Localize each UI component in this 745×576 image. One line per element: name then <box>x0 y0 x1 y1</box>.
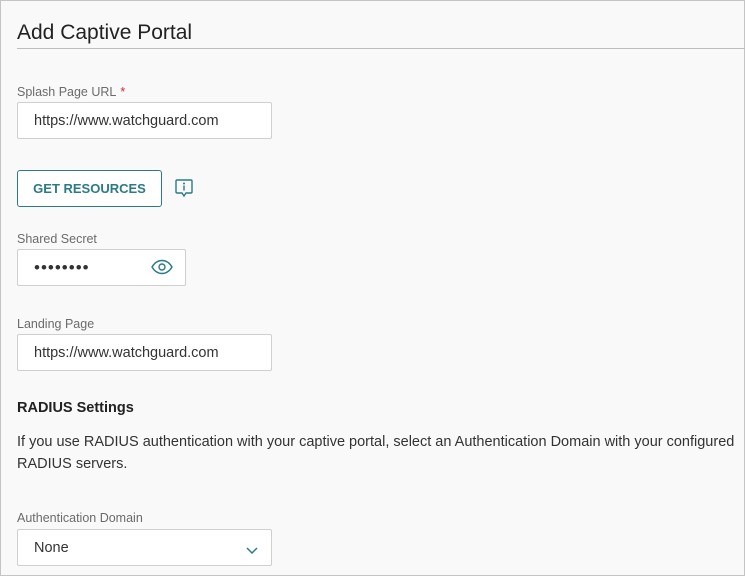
radius-description: If you use RADIUS authentication with yo… <box>17 434 735 472</box>
info-icon[interactable] <box>174 178 194 203</box>
label-text: Splash Page URL <box>17 85 117 99</box>
auth-domain-select[interactable]: None <box>17 529 272 566</box>
secret-value: •••••••• <box>34 257 90 277</box>
page-title: Add Captive Portal <box>17 21 193 44</box>
required-marker: * <box>120 85 126 99</box>
auth-domain-value: None <box>34 539 69 556</box>
splash-url-input[interactable]: https://www.watchguard.com <box>17 102 272 139</box>
divider <box>17 48 745 49</box>
chevron-down-icon <box>246 542 258 560</box>
landing-page-label: Landing Page <box>17 317 95 331</box>
landing-page-input[interactable]: https://www.watchguard.com <box>17 334 272 371</box>
radius-heading: RADIUS Settings <box>17 400 134 416</box>
get-resources-button[interactable]: GET RESOURCES <box>17 170 162 207</box>
dialog: Add Captive Portal Splash Page URL * http… <box>0 0 745 576</box>
splash-url-label: Splash Page URL * <box>17 85 125 99</box>
eye-icon[interactable] <box>151 259 173 280</box>
auth-domain-label: Authentication Domain <box>17 511 143 525</box>
shared-secret-label: Shared Secret <box>17 232 97 246</box>
